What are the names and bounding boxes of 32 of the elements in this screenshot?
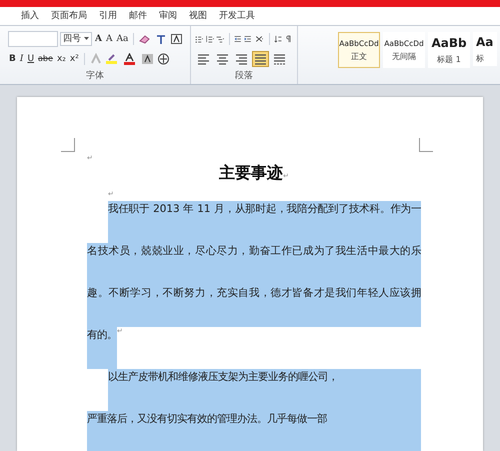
char-border-icon[interactable]	[170, 32, 184, 44]
char-shading-icon[interactable]	[140, 52, 155, 64]
format-button[interactable]: I	[18, 52, 24, 66]
paragraph-mark-icon[interactable]	[284, 32, 293, 44]
font-size-field[interactable]: 四号	[60, 32, 92, 46]
ribbon-tab[interactable]: 审阅	[153, 7, 183, 25]
ribbon-tab[interactable]: 视图	[183, 7, 213, 25]
crop-mark-icon	[419, 138, 433, 152]
document-title: 主要事迹	[219, 163, 284, 182]
eraser-icon[interactable]	[138, 32, 152, 44]
ribbon-tab[interactable]: 页面布局	[45, 7, 93, 25]
enclosed-char-icon[interactable]	[156, 52, 171, 64]
font-name-field[interactable]	[8, 30, 58, 46]
crop-mark-icon	[61, 138, 75, 152]
align-button[interactable]	[252, 50, 269, 66]
group-label: 段落	[234, 70, 254, 82]
font-button[interactable]: A	[94, 32, 103, 46]
ribbon-tab[interactable]: 插入	[15, 7, 45, 25]
format-button[interactable]: x²	[68, 52, 80, 66]
ribbon-tab[interactable]: 开发工具	[213, 7, 261, 25]
font-button[interactable]: Aa	[115, 32, 130, 46]
ribbon-tab[interactable]: 邮件	[123, 7, 153, 25]
dropdown-icon[interactable]	[84, 36, 89, 40]
group-label: 字体	[85, 70, 105, 82]
style-item[interactable]: Aa 标	[473, 32, 497, 66]
format-button[interactable]: B	[8, 52, 17, 66]
font-button[interactable]: A	[104, 32, 114, 46]
ribbon-tab[interactable]: 引用	[93, 7, 123, 25]
style-item[interactable]: AaBb 标题 1	[428, 32, 470, 68]
format-button[interactable]: U	[26, 52, 36, 66]
format-button[interactable]: abe	[37, 52, 54, 66]
format-button[interactable]: x₂	[56, 52, 67, 66]
